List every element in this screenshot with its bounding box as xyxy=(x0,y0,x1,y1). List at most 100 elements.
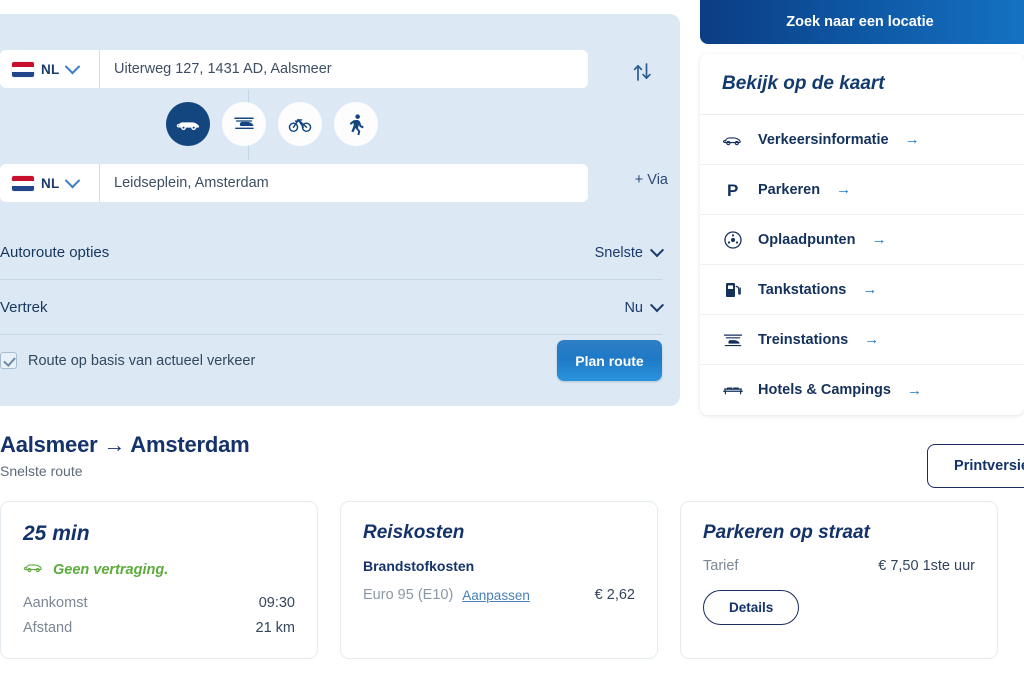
fuel-amount: € 2,62 xyxy=(594,587,635,603)
origin-country-select[interactable]: NL xyxy=(0,50,100,88)
route-form-panel: NL Uiterweg 127, 1431 AD, Aalsmeer NL Le… xyxy=(0,14,680,406)
arrival-value: 09:30 xyxy=(258,595,295,611)
autoroute-options-row[interactable]: Autoroute opties Snelste xyxy=(0,226,665,280)
sidebar-item-verkeersinformatie[interactable]: Verkeersinformatie → xyxy=(700,115,1024,165)
arrival-label: Aankomst xyxy=(23,595,88,611)
fuel-cost-subheading: Brandstofkosten xyxy=(363,558,475,574)
map-card-title: Bekijk op de kaart xyxy=(700,54,1024,115)
fuel-type: Euro 95 (E10) xyxy=(363,587,454,603)
car-icon xyxy=(176,122,200,131)
destination-row: NL xyxy=(0,164,588,202)
flag-nl-icon xyxy=(12,61,34,77)
cost-card-title: Reiskosten xyxy=(363,522,465,543)
route-duration: 25 min xyxy=(23,522,90,545)
destination-country-code: NL xyxy=(41,175,60,191)
pedestrian-icon xyxy=(349,114,364,136)
charging-point-icon xyxy=(722,230,744,250)
results-title: Aalsmeer → Amsterdam xyxy=(0,432,250,457)
car-outline-icon xyxy=(722,132,744,148)
swap-arrows-icon xyxy=(633,63,651,81)
fuel-pump-icon xyxy=(722,280,744,300)
sidebar-item-label: Oplaadpunten xyxy=(758,231,856,248)
arrow-right-icon: → xyxy=(871,231,887,248)
results-cards: 25 min Geen vertraging. Aankomst 09:30 A… xyxy=(0,501,1024,659)
parking-card-title: Parkeren op straat xyxy=(703,522,870,543)
bed-icon xyxy=(722,382,744,398)
departure-selected: Nu xyxy=(624,299,643,316)
delay-text: Geen vertraging. xyxy=(53,561,169,578)
traffic-checkbox[interactable] xyxy=(0,352,17,369)
distance-row: Afstand 21 km xyxy=(23,620,295,636)
transport-mode-group xyxy=(0,102,680,146)
distance-value: 21 km xyxy=(255,620,296,636)
arrival-row: Aankomst 09:30 xyxy=(23,595,295,611)
add-via-button[interactable]: + Via xyxy=(635,172,668,188)
departure-label: Vertrek xyxy=(0,299,48,316)
sidebar-item-parkeren[interactable]: P Parkeren → xyxy=(700,165,1024,215)
chevron-down-icon xyxy=(64,172,80,188)
traffic-checkbox-label: Route op basis van actueel verkeer xyxy=(28,352,256,369)
sidebar-item-tankstations[interactable]: Tankstations → xyxy=(700,265,1024,315)
departure-value[interactable]: Nu xyxy=(624,297,665,316)
arrow-right-icon: → xyxy=(906,381,922,399)
parking-rate-label: Tarief xyxy=(703,558,739,574)
train-icon xyxy=(722,331,744,349)
arrow-right-icon: → xyxy=(904,131,920,148)
print-version-button[interactable]: Printversie xyxy=(927,444,1024,488)
origin-row: NL xyxy=(0,50,588,88)
traffic-checkbox-wrap[interactable]: Route op basis van actueel verkeer xyxy=(0,352,255,369)
sidebar-item-treinstations[interactable]: Treinstations → xyxy=(700,315,1024,365)
route-summary-card: 25 min Geen vertraging. Aankomst 09:30 A… xyxy=(0,501,318,659)
results-subtitle: Snelste route xyxy=(0,463,83,479)
fuel-type-wrap: Euro 95 (E10) Aanpassen xyxy=(363,587,530,603)
autoroute-options-label: Autoroute opties xyxy=(0,244,110,261)
sidebar-item-label: Verkeersinformatie xyxy=(758,131,889,148)
sidebar-item-label: Tankstations xyxy=(758,281,847,298)
destination-country-select[interactable]: NL xyxy=(0,164,100,202)
delay-status: Geen vertraging. xyxy=(23,560,295,579)
adjust-fuel-link[interactable]: Aanpassen xyxy=(462,588,530,603)
svg-text:P: P xyxy=(727,181,738,200)
travel-cost-card: Reiskosten Brandstofkosten Euro 95 (E10)… xyxy=(340,501,658,659)
mode-car-button[interactable] xyxy=(166,102,210,146)
origin-input[interactable] xyxy=(100,50,588,88)
mode-bike-button[interactable] xyxy=(278,102,322,146)
route-planner-page: NL Uiterweg 127, 1431 AD, Aalsmeer NL Le… xyxy=(0,0,1024,683)
chevron-down-icon xyxy=(649,242,665,257)
origin-country-code: NL xyxy=(41,61,60,77)
sidebar-item-label: Parkeren xyxy=(758,181,821,198)
sidebar-item-label: Treinstations xyxy=(758,331,849,348)
chevron-down-icon xyxy=(64,58,80,74)
sidebar-item-oplaadpunten[interactable]: Oplaadpunten → xyxy=(700,215,1024,265)
autoroute-options-selected: Snelste xyxy=(594,244,643,261)
search-location-button[interactable]: Zoek naar een locatie xyxy=(700,0,1024,44)
mode-train-button[interactable] xyxy=(222,102,266,146)
map-links-card: Bekijk op de kaart Verkeersinformatie → … xyxy=(700,54,1024,415)
arrow-right-icon: → xyxy=(864,331,880,348)
street-parking-card: Parkeren op straat Tarief € 7,50 1ste uu… xyxy=(680,501,998,659)
swap-locations-button[interactable] xyxy=(622,52,662,92)
destination-input[interactable] xyxy=(100,164,588,202)
car-outline-icon xyxy=(23,560,45,579)
parking-details-button[interactable]: Details xyxy=(703,590,800,625)
results-header: Aalsmeer → Amsterdam Snelste route xyxy=(0,432,1024,479)
parking-rate-row: Tarief € 7,50 1ste uur xyxy=(703,558,975,574)
flag-nl-icon xyxy=(12,175,34,191)
submit-row: Route op basis van actueel verkeer Plan … xyxy=(0,340,662,381)
train-icon xyxy=(234,117,254,129)
plan-route-button[interactable]: Plan route xyxy=(557,340,662,381)
chevron-down-icon xyxy=(649,297,665,312)
route-results: Aalsmeer → Amsterdam Snelste route Print… xyxy=(0,432,1024,659)
bicycle-icon xyxy=(288,119,312,133)
arrow-right-icon: → xyxy=(862,281,878,298)
distance-label: Afstand xyxy=(23,620,73,636)
arrow-right-icon: → xyxy=(836,181,852,198)
map-sidebar: Zoek naar een locatie Bekijk op de kaart… xyxy=(700,0,1024,415)
mode-walk-button[interactable] xyxy=(334,102,378,146)
departure-row[interactable]: Vertrek Nu xyxy=(0,281,665,335)
autoroute-options-value[interactable]: Snelste xyxy=(594,242,665,261)
parking-rate-value: € 7,50 1ste uur xyxy=(878,558,975,574)
fuel-row: Euro 95 (E10) Aanpassen € 2,62 xyxy=(363,587,635,603)
sidebar-item-hotels-campings[interactable]: Hotels & Campings → xyxy=(700,365,1024,415)
sidebar-item-label: Hotels & Campings xyxy=(758,382,891,398)
